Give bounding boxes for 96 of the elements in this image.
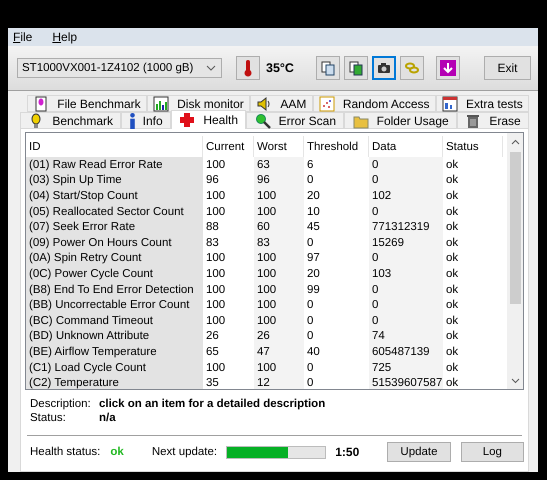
chevron-down-icon: [206, 65, 216, 71]
bulb-icon: [33, 96, 50, 112]
camera-icon: [376, 60, 392, 76]
table-cell: 0: [369, 250, 443, 266]
table-cell: (09) Power On Hours Count: [26, 234, 203, 251]
speaker-icon: [256, 96, 272, 112]
table-cell: 26: [254, 328, 304, 344]
table-cell: 100: [254, 188, 304, 204]
table-cell: 100: [254, 282, 304, 298]
table-cell: 0: [369, 282, 443, 298]
table-cell: 771312319: [369, 219, 443, 235]
table-cell: 100: [254, 360, 304, 376]
chain-icon: [404, 60, 420, 76]
table-cell: 12: [254, 375, 304, 389]
tab[interactable]: Disk monitor: [146, 95, 250, 112]
scroll-up-icon[interactable]: [510, 139, 520, 145]
copy-image-button[interactable]: [344, 56, 368, 80]
tab[interactable]: Erase: [457, 112, 530, 129]
table-cell: (03) Spin Up Time: [26, 172, 203, 188]
table-cell: 103: [369, 266, 443, 282]
table-cell: 0: [369, 297, 443, 313]
info-icon: [130, 112, 135, 128]
table-cell: 60: [254, 219, 304, 235]
table-cell: 63: [254, 157, 304, 173]
exit-button[interactable]: Exit: [484, 56, 531, 80]
trash-icon: [465, 112, 482, 128]
table-cell: (07) Seek Error Rate: [26, 219, 203, 235]
copy-icon: [320, 60, 336, 76]
tab[interactable]: Error Scan: [246, 112, 344, 129]
table-cell: (0A) Spin Retry Count: [26, 250, 203, 266]
tab[interactable]: File Benchmark: [27, 95, 147, 112]
table-cell: 100: [254, 312, 304, 329]
tab[interactable]: Random Access: [312, 95, 436, 112]
table-cell: (05) Reallocated Sector Count: [26, 204, 203, 220]
update-button[interactable]: Update: [387, 442, 451, 462]
thermometer-button[interactable]: [236, 56, 260, 80]
table-cell: 83: [254, 234, 304, 251]
table-cell: 100: [254, 250, 304, 266]
table-cell: 102: [369, 188, 443, 204]
table-cell: 47: [254, 344, 304, 360]
table-cell: 100: [254, 297, 304, 313]
table-cell: (BC) Command Timeout: [26, 312, 203, 329]
temperature-reading: 35°C: [266, 61, 294, 75]
tab[interactable]: Info: [121, 112, 171, 129]
scrollbar-thumb[interactable]: [510, 152, 520, 304]
copy-button[interactable]: [316, 56, 340, 80]
camera-button[interactable]: [372, 56, 396, 80]
table-cell: (B8) End To End Error Detection: [26, 282, 203, 298]
table-cell: (BB) Uncorrectable Error Count: [26, 297, 203, 313]
table-cell: 15269: [369, 234, 443, 251]
download-icon: [440, 60, 456, 76]
health-status-label: Health status:: [30, 446, 100, 458]
table-cell: (BE) Airflow Temperature: [26, 344, 203, 360]
log-button[interactable]: Log: [460, 442, 524, 462]
tab[interactable]: Health: [171, 110, 246, 129]
countdown: 1:50: [335, 445, 360, 459]
table-cell: (04) Start/Stop Count: [26, 188, 203, 204]
table-cell: 605487139: [369, 344, 443, 360]
scrollbar[interactable]: [507, 133, 523, 389]
thermometer-icon: [243, 59, 253, 77]
detail-value: n/a: [99, 412, 117, 424]
table-cell: 100: [254, 266, 304, 282]
table-cell: 0: [369, 204, 443, 220]
table-cell: 0: [369, 312, 443, 329]
table-cell: 96: [254, 172, 304, 188]
table-cell: 51539607587: [369, 375, 443, 389]
bar-chart-icon: [153, 96, 170, 112]
magnifier-icon: [254, 112, 271, 128]
copy-image-icon: [348, 60, 364, 76]
menu-item[interactable]: Help: [52, 30, 78, 44]
table-cell: (C2) Temperature: [26, 375, 203, 389]
table-cell: (BD) Unknown Attribute: [26, 328, 203, 344]
health-status-value: ok: [110, 446, 125, 458]
drive-dropdown[interactable]: ST1000VX001-1Z4102 (1000 gB): [17, 58, 222, 78]
tab[interactable]: Extra tests: [436, 95, 529, 112]
table-cell: 100: [254, 204, 304, 220]
table-cell: 725: [369, 360, 443, 376]
table-cell: (C1) Load Cycle Count: [26, 360, 203, 376]
download-button[interactable]: [436, 56, 460, 80]
detail-value: click on an item for a detailed description: [99, 398, 326, 410]
scatter-plot-icon: [318, 96, 335, 112]
next-update-label: Next update:: [152, 446, 218, 458]
table-icon: [442, 96, 458, 112]
table-cell: (0C) Power Cycle Count: [26, 266, 203, 282]
table-cell: (01) Raw Read Error Rate: [26, 157, 203, 173]
detail-label: Status:: [30, 412, 67, 424]
table-cell: 0: [369, 157, 443, 173]
tab[interactable]: AAM: [250, 95, 313, 112]
cross-icon: [179, 112, 196, 128]
table-cell: 0: [369, 172, 443, 188]
tab[interactable]: Folder Usage: [344, 112, 458, 129]
menu-item[interactable]: File: [13, 30, 32, 44]
scroll-down-icon[interactable]: [510, 378, 520, 384]
table-cell: 74: [369, 328, 443, 344]
detail-label: Description:: [30, 398, 92, 410]
tab[interactable]: Benchmark: [20, 112, 122, 129]
